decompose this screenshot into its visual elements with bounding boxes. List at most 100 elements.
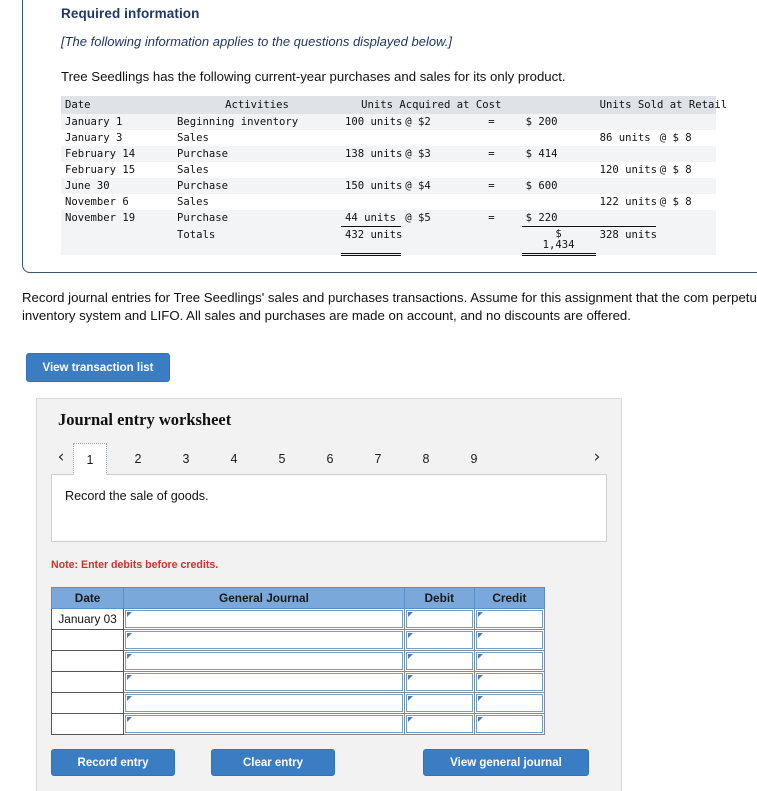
worksheet-tab-2[interactable]: 2 [121, 443, 155, 475]
col-header-date: Date [61, 96, 173, 114]
inventory-row: January 3 Sales 86 units @ $ 8 [61, 130, 716, 146]
col-header-activities: Activities [173, 96, 341, 114]
cell-equals: = [488, 148, 495, 160]
journal-debit-input-cell[interactable] [403, 650, 475, 672]
worksheet-tab-4[interactable]: 4 [217, 443, 251, 475]
journal-credit-input-cell[interactable] [473, 650, 546, 672]
totals-rate-spacer [401, 227, 461, 255]
cell-units-acquired: 138 units [345, 148, 403, 160]
cell-units-sold [596, 178, 656, 194]
journal-table-body: January 03 [50, 608, 546, 735]
journal-credit-input-cell[interactable] [473, 629, 546, 651]
col-header-cost-spacer [521, 96, 596, 114]
cell-total-cost [522, 130, 596, 146]
view-general-journal-button[interactable]: View general journal [423, 749, 589, 776]
page-title: Required information [61, 6, 200, 21]
journal-table-row [50, 671, 546, 693]
cell-equals [461, 130, 521, 146]
required-information-card: Required information [The following info… [22, 0, 757, 273]
journal-credit-input-cell[interactable] [473, 608, 546, 630]
totals-units-acquired: 432 units [341, 226, 402, 257]
journal-credit-input[interactable] [475, 652, 543, 670]
journal-table-row: January 03 [50, 608, 546, 630]
journal-credit-input-cell[interactable] [473, 713, 546, 735]
worksheet-tab-3[interactable]: 3 [169, 443, 203, 475]
worksheet-tab-5[interactable]: 5 [265, 443, 299, 475]
totals-label: Totals [177, 228, 216, 241]
journal-debit-input-cell[interactable] [403, 608, 475, 630]
journal-credit-input-cell[interactable] [473, 692, 546, 714]
journal-account-input-cell[interactable] [123, 650, 405, 672]
worksheet-tab-6[interactable]: 6 [313, 443, 347, 475]
cell-date: February 14 [65, 148, 136, 160]
journal-debit-input[interactable] [405, 610, 473, 628]
journal-credit-input[interactable] [475, 715, 543, 733]
journal-debit-input-cell[interactable] [403, 713, 475, 735]
journal-debit-input-cell[interactable] [403, 692, 475, 714]
prev-tab-arrow-icon[interactable]: ‹ [51, 446, 71, 468]
journal-credit-input[interactable] [475, 631, 543, 649]
worksheet-description-text: Record the sale of goods. [65, 489, 209, 503]
journal-debit-input[interactable] [405, 631, 473, 649]
journal-date-cell[interactable] [50, 692, 125, 714]
worksheet-tab-1[interactable]: 1 [73, 443, 107, 475]
journal-account-input[interactable] [125, 652, 403, 670]
cell-unit-cost [401, 194, 461, 210]
journal-account-input-cell[interactable] [123, 713, 405, 735]
journal-date-cell[interactable] [50, 671, 125, 693]
clear-entry-button[interactable]: Clear entry [211, 749, 335, 776]
journal-account-input-cell[interactable] [123, 629, 405, 651]
journal-debit-input-cell[interactable] [403, 671, 475, 693]
journal-table-row [50, 713, 546, 735]
cell-date: January 3 [65, 132, 123, 144]
worksheet-tab-7[interactable]: 7 [361, 443, 395, 475]
totals-cost: $1,434 [521, 226, 596, 257]
journal-debit-input[interactable] [405, 715, 473, 733]
cell-retail-price: @ $ 8 [659, 132, 692, 144]
cell-unit-cost: @ $4 [405, 180, 431, 192]
cell-units-acquired [341, 130, 401, 146]
journal-account-input-cell[interactable] [123, 671, 405, 693]
worksheet-tab-8[interactable]: 8 [409, 443, 443, 475]
journal-debit-input[interactable] [405, 652, 473, 670]
worksheet-tab-9[interactable]: 9 [457, 443, 491, 475]
cell-units-sold [595, 210, 656, 227]
cell-retail-price [656, 114, 716, 130]
journal-account-input[interactable] [125, 631, 403, 649]
next-tab-arrow-icon[interactable]: › [587, 446, 607, 468]
journal-date-cell[interactable] [50, 650, 125, 672]
journal-debit-input[interactable] [405, 694, 473, 712]
cell-units-sold: 122 units [599, 196, 657, 208]
inventory-row: November 6 Sales 122 units @ $ 8 [61, 194, 716, 210]
journal-debit-input[interactable] [405, 673, 473, 691]
page-root: Required information [The following info… [0, 0, 757, 791]
journal-table-row [50, 650, 546, 672]
journal-account-input[interactable] [125, 673, 403, 691]
cell-activity: Sales [177, 164, 209, 176]
journal-account-input-cell[interactable] [123, 692, 405, 714]
journal-credit-input[interactable] [475, 694, 543, 712]
journal-account-input[interactable] [125, 715, 403, 733]
journal-date-cell[interactable]: January 03 [50, 608, 125, 630]
journal-col-header-credit: Credit [473, 587, 546, 609]
journal-date-cell[interactable] [50, 629, 125, 651]
worksheet-title: Journal entry worksheet [58, 410, 232, 429]
journal-col-header-debit: Debit [403, 587, 475, 609]
record-entry-button[interactable]: Record entry [51, 749, 175, 776]
journal-account-input[interactable] [125, 694, 403, 712]
journal-date-cell[interactable] [50, 713, 125, 735]
cell-activity: Purchase [177, 212, 229, 224]
cell-activity: Purchase [177, 148, 229, 160]
worksheet-description-box: Record the sale of goods. [51, 474, 607, 542]
journal-credit-input-cell[interactable] [473, 671, 546, 693]
cell-unit-cost [401, 130, 461, 146]
journal-credit-input[interactable] [475, 673, 543, 691]
journal-account-input[interactable] [125, 610, 403, 628]
view-transaction-list-button[interactable]: View transaction list [26, 353, 170, 382]
inventory-row: November 19 Purchase 44 units @ $5 = $ 220 [61, 210, 716, 227]
journal-account-input-cell[interactable] [123, 608, 405, 630]
journal-credit-input[interactable] [475, 610, 543, 628]
col-header-units-sold: Units Sold at Retail [595, 96, 727, 114]
inventory-table-head: Date Activities Units Acquired at Cost U… [61, 96, 727, 114]
journal-debit-input-cell[interactable] [403, 629, 475, 651]
